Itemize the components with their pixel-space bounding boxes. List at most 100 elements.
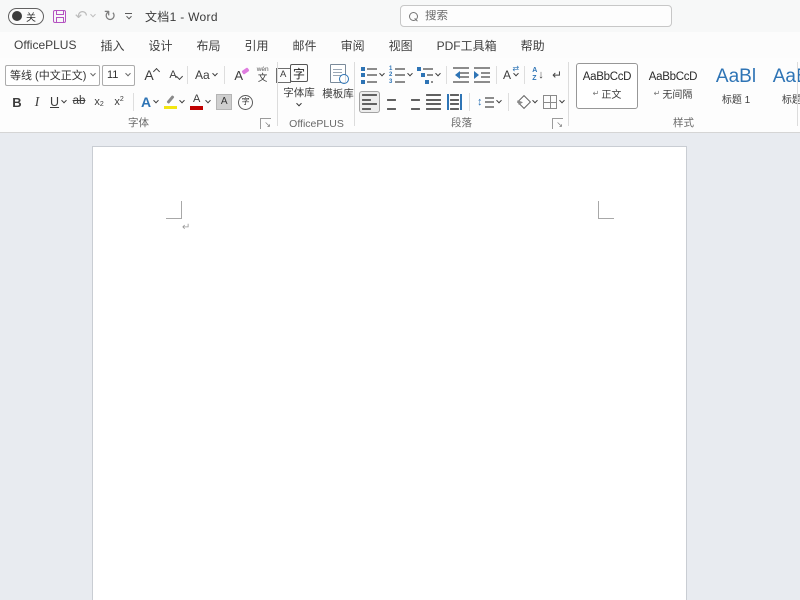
show-hide-marks-button[interactable]: ↵ xyxy=(548,64,566,86)
align-left-button[interactable] xyxy=(359,91,380,113)
underline-button[interactable]: U xyxy=(48,91,68,113)
highlight-chevron-icon xyxy=(179,98,185,104)
borders-button[interactable] xyxy=(541,91,566,113)
tab-insert[interactable]: 插入 xyxy=(88,32,136,58)
font-color-icon: A xyxy=(190,94,203,110)
redo-button[interactable]: ↻ xyxy=(104,9,117,24)
divider xyxy=(446,66,447,84)
style-no-spacing[interactable]: AaBbCcD ↵无间隔 xyxy=(642,63,704,109)
qat-customize-button[interactable] xyxy=(125,13,132,20)
sort-button[interactable]: AZ ↓ xyxy=(529,64,547,86)
document-page[interactable]: ↵ xyxy=(92,146,687,600)
phonetic-guide-icon: wén 文 xyxy=(257,67,269,83)
character-shading-button[interactable]: A xyxy=(214,91,234,113)
clear-formatting-icon: A xyxy=(234,69,243,82)
titlebar: 关 ↶ ↻ 文档1 - Word xyxy=(0,0,800,32)
increase-indent-icon xyxy=(474,67,490,83)
template-library-button[interactable]: 模板库 xyxy=(321,64,355,101)
change-case-button[interactable]: Aa xyxy=(193,64,219,86)
paragraph-group: 1 2 3 xyxy=(356,58,567,132)
group-separator xyxy=(354,62,355,126)
align-center-button[interactable] xyxy=(382,91,401,113)
align-left-icon xyxy=(362,94,377,110)
tab-references[interactable]: 引用 xyxy=(233,32,281,58)
grow-font-button[interactable]: A xyxy=(140,64,158,86)
distributed-button[interactable] xyxy=(445,91,464,113)
font-name-chevron-icon xyxy=(90,71,96,77)
font-library-button[interactable]: 字 字体库 xyxy=(282,64,316,107)
divider xyxy=(508,93,509,111)
line-spacing-icon: ↕ xyxy=(477,97,494,108)
strikethrough-button[interactable]: ab xyxy=(70,91,88,113)
line-spacing-button[interactable]: ↕ xyxy=(475,91,503,113)
tab-pdf-tools[interactable]: PDF工具箱 xyxy=(425,32,509,58)
superscript-button[interactable]: x2 xyxy=(110,91,128,113)
paragraph-marker-icon: ↵ xyxy=(654,89,661,98)
search-box[interactable] xyxy=(400,5,672,27)
paragraph-end-mark: ↵ xyxy=(182,223,190,233)
styles-group-label: 样式 xyxy=(570,115,797,130)
tab-review[interactable]: 审阅 xyxy=(329,32,377,58)
group-separator xyxy=(568,62,569,126)
multilevel-list-button[interactable] xyxy=(415,64,442,86)
asian-layout-icon: A⇄ xyxy=(503,69,511,81)
asian-layout-button[interactable]: A⇄ xyxy=(501,64,520,86)
template-library-label: 模板库 xyxy=(322,86,354,101)
italic-button[interactable]: I xyxy=(28,91,46,113)
tab-mailings[interactable]: 邮件 xyxy=(281,32,329,58)
tab-view[interactable]: 视图 xyxy=(377,32,425,58)
font-size-chevron-icon xyxy=(125,71,131,77)
style-normal[interactable]: AaBbCcD ↵正文 xyxy=(576,63,638,109)
autosave-toggle[interactable]: 关 xyxy=(8,8,44,25)
numbering-icon: 1 2 3 xyxy=(389,67,405,84)
font-color-chevron-icon xyxy=(205,98,211,104)
word-window: 关 ↶ ↻ 文档1 - Word OfficePLUS 插入 设计 布局 引用 … xyxy=(0,0,800,600)
qat-more-chevron-icon xyxy=(126,13,132,19)
justify-button[interactable] xyxy=(424,91,443,113)
font-size-combo[interactable]: 11 xyxy=(102,65,135,86)
paragraph-dialog-launcher[interactable]: ↘ xyxy=(552,118,563,129)
text-effects-button[interactable]: A xyxy=(139,91,160,113)
ribbon-tab-bar: OfficePLUS 插入 设计 布局 引用 邮件 审阅 视图 PDF工具箱 帮… xyxy=(0,32,800,58)
font-dialog-launcher[interactable]: ↘ xyxy=(260,118,271,129)
justify-icon xyxy=(426,94,441,110)
undo-button[interactable]: ↶ xyxy=(75,9,95,24)
paragraph-mark-icon: ↵ xyxy=(552,69,562,81)
search-input[interactable] xyxy=(425,10,645,22)
change-case-chevron-icon xyxy=(212,71,218,77)
tab-help[interactable]: 帮助 xyxy=(509,32,557,58)
font-group-label: 字体 xyxy=(0,115,277,130)
subscript-button[interactable]: x2 xyxy=(90,91,108,113)
save-button[interactable] xyxy=(53,10,66,23)
bold-button[interactable]: B xyxy=(8,91,26,113)
underline-icon: U xyxy=(50,96,59,109)
change-case-icon: Aa xyxy=(195,69,210,81)
numbering-button[interactable]: 1 2 3 xyxy=(387,64,414,86)
bullets-button[interactable] xyxy=(359,64,386,86)
tab-layout[interactable]: 布局 xyxy=(185,32,233,58)
decrease-indent-icon xyxy=(453,67,469,83)
margin-crop-mark xyxy=(166,218,182,219)
style-heading-1[interactable]: AaBl 标题 1 xyxy=(708,63,764,109)
bullets-chevron-icon xyxy=(379,71,385,77)
line-spacing-chevron-icon xyxy=(496,98,502,104)
search-icon xyxy=(409,12,418,21)
style-name: 标题 1 xyxy=(722,91,750,106)
phonetic-guide-button[interactable]: wén 文 xyxy=(254,64,272,86)
redo-icon: ↻ xyxy=(104,9,117,24)
shrink-font-button[interactable]: A xyxy=(164,64,182,86)
style-heading-2[interactable]: AaBb 标题 2 xyxy=(768,63,800,109)
decrease-indent-button[interactable] xyxy=(451,64,471,86)
shrink-font-icon: A xyxy=(169,70,176,81)
font-name-combo[interactable]: 等线 (中文正文) xyxy=(5,65,100,86)
highlight-button[interactable] xyxy=(162,91,186,113)
align-right-button[interactable] xyxy=(403,91,422,113)
tab-design[interactable]: 设计 xyxy=(137,32,185,58)
font-color-button[interactable]: A xyxy=(188,91,212,113)
clear-formatting-button[interactable]: A xyxy=(230,64,248,86)
increase-indent-button[interactable] xyxy=(472,64,492,86)
shading-button[interactable] xyxy=(514,91,539,113)
paragraph-marker-icon: ↵ xyxy=(593,89,600,98)
enclose-characters-button[interactable]: 字 xyxy=(236,91,255,113)
tab-officeplus[interactable]: OfficePLUS xyxy=(14,32,88,58)
